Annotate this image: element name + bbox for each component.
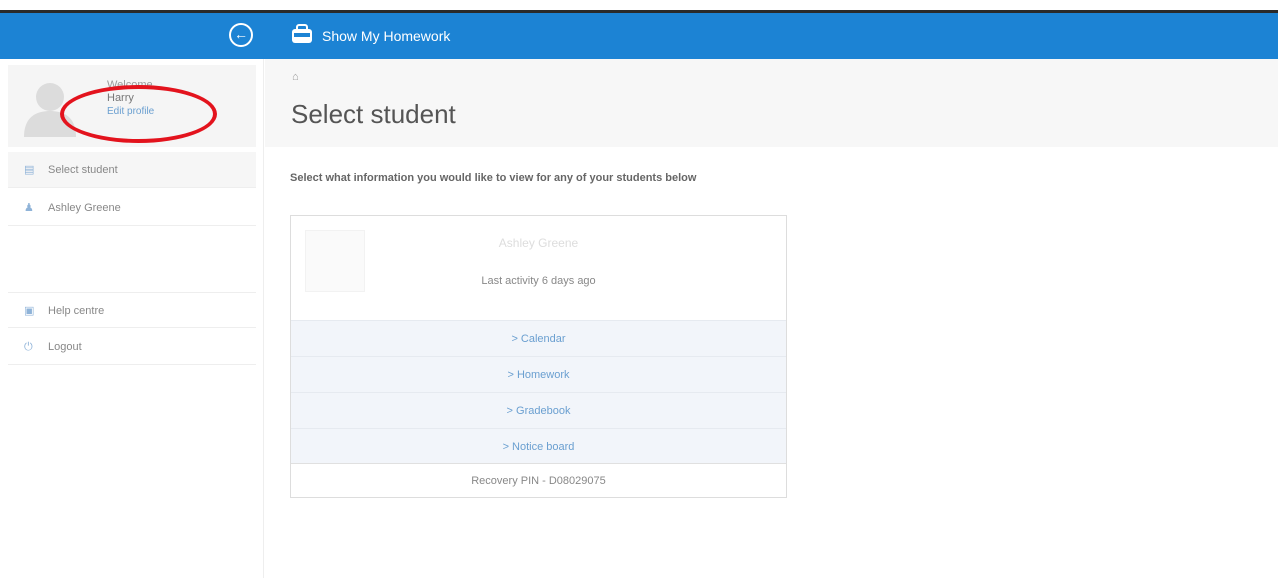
gradebook-link[interactable]: > Gradebook bbox=[291, 392, 786, 428]
browser-top-edge bbox=[0, 0, 1278, 13]
sidebar-item-ashley-greene[interactable]: ♟ Ashley Greene bbox=[8, 190, 256, 226]
notice-board-link[interactable]: > Notice board bbox=[291, 428, 786, 464]
sidebar: Welcome, Harry Edit profile ▤ Select stud… bbox=[0, 59, 264, 578]
sidebar-item-label: Select student bbox=[48, 164, 118, 176]
app-header: ← Show My Homework bbox=[0, 13, 1278, 59]
back-arrow-icon[interactable]: ← bbox=[229, 23, 253, 47]
main-content: ⌂ Select student Select what information… bbox=[265, 59, 1278, 578]
sidebar-item-logout[interactable]: ⏻ Logout bbox=[8, 329, 256, 365]
student-name: Ashley Greene bbox=[498, 236, 579, 250]
sidebar-item-label: Ashley Greene bbox=[48, 202, 121, 214]
title-band: ⌂ Select student bbox=[265, 59, 1278, 147]
power-icon: ⏻ bbox=[24, 341, 33, 353]
help-book-icon: ▣ bbox=[24, 305, 35, 317]
instruction-text: Select what information you would like t… bbox=[290, 172, 697, 184]
sidebar-item-label: Help centre bbox=[48, 305, 105, 317]
satchel-logo-icon[interactable] bbox=[290, 23, 314, 45]
person-icon: ♟ bbox=[24, 202, 34, 214]
recovery-pin: Recovery PIN - D08029075 bbox=[291, 463, 786, 498]
calendar-link[interactable]: > Calendar bbox=[291, 320, 786, 356]
sidebar-item-select-student[interactable]: ▤ Select student bbox=[8, 152, 256, 188]
page-title: Select student bbox=[291, 99, 456, 129]
breadcrumb[interactable]: ⌂ bbox=[292, 71, 299, 83]
last-activity-text: Last activity 6 days ago bbox=[481, 275, 596, 287]
homework-link[interactable]: > Homework bbox=[291, 356, 786, 392]
student-card: Ashley Greene Last activity 6 days ago >… bbox=[290, 215, 787, 498]
sidebar-item-help-centre[interactable]: ▣ Help centre bbox=[8, 292, 256, 328]
student-card-icon: ▤ bbox=[24, 164, 35, 176]
app-title[interactable]: Show My Homework bbox=[322, 28, 450, 44]
annotation-ring bbox=[60, 85, 217, 143]
sidebar-item-label: Logout bbox=[48, 341, 82, 353]
